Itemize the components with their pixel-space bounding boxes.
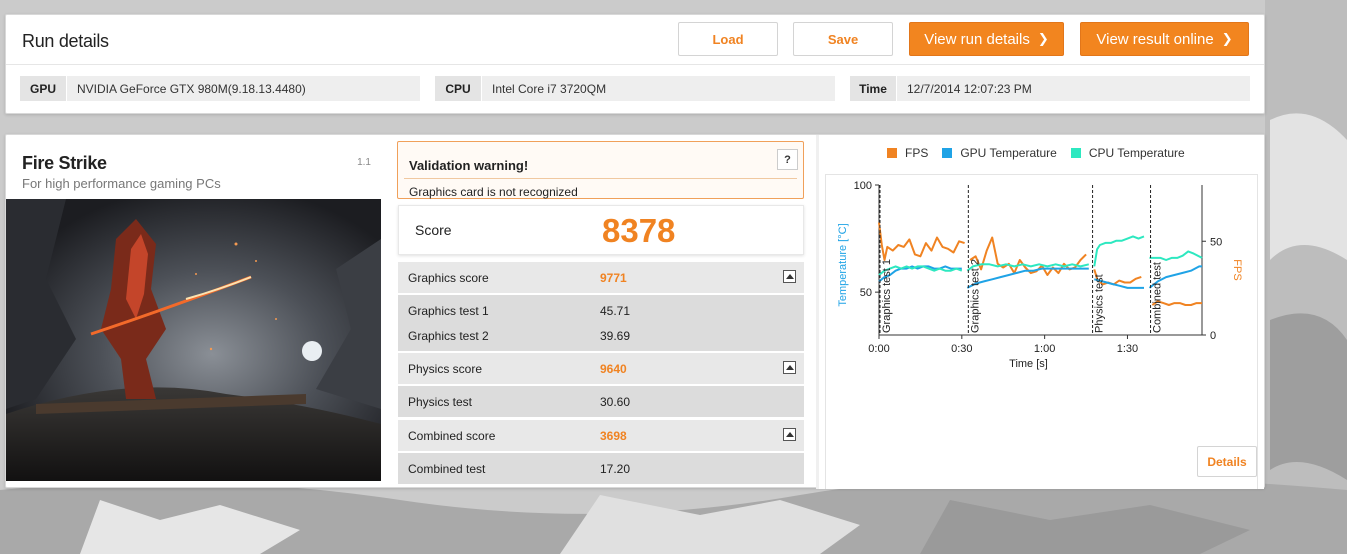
score-column: Validation warning! ? Graphics card is n…: [397, 135, 806, 489]
physics-score-row: Physics score 9640: [398, 353, 804, 384]
test-info: Fire Strike 1.1 For high performance gam…: [6, 135, 383, 489]
physics-test-row: Physics test 30.60: [398, 386, 804, 417]
legend-cpu-temperature[interactable]: CPU Temperature: [1070, 146, 1185, 160]
score-label: Score: [415, 222, 452, 238]
legend-cpu-label: CPU Temperature: [1088, 146, 1185, 160]
y-left-tick-label: 100: [854, 180, 872, 192]
test-name: Fire Strike: [22, 153, 107, 173]
graphics-score-row: Graphics score 9771: [398, 262, 804, 293]
chevron-right-icon: ❯: [1221, 31, 1233, 46]
y-left-tick-label: 50: [860, 287, 872, 299]
graphics-test-1-value: 45.71: [600, 304, 631, 318]
load-button-label: Load: [712, 31, 744, 47]
physics-test-value: 30.60: [600, 395, 631, 409]
time-key: Time: [850, 76, 896, 101]
cpu-info: CPU Intel Core i7 3720QM: [435, 76, 835, 101]
combined-score-row: Combined score 3698: [398, 420, 804, 451]
save-button[interactable]: Save: [793, 22, 893, 56]
y-right-tick-label: 50: [1210, 236, 1222, 248]
run-details-divider: [6, 64, 1264, 65]
graphics-test-2-value: 39.69: [600, 329, 631, 343]
y-left-axis-label: Temperature [°C]: [837, 223, 849, 306]
gpu-key: GPU: [20, 76, 66, 101]
x-axis-label: Time [s]: [1009, 358, 1048, 370]
combined-score-value: 3698: [600, 429, 627, 443]
graphics-score-value: 9771: [600, 271, 627, 285]
save-button-label: Save: [827, 31, 859, 47]
help-button[interactable]: ?: [777, 149, 798, 170]
chevron-right-icon: ❯: [1037, 31, 1049, 46]
chart-legend: FPS GPU Temperature CPU Temperature: [887, 146, 1199, 160]
combined-test-row: Combined test 17.20: [398, 453, 804, 484]
validation-warning-title: Validation warning!: [409, 158, 529, 173]
view-result-online-label: View result online: [1096, 30, 1214, 48]
overall-score: Score 8378: [398, 205, 804, 255]
cpu-temperature-series-line: [1149, 250, 1203, 261]
legend-fps-swatch: [887, 148, 897, 158]
time-value: 12/7/2014 12:07:23 PM: [896, 76, 1250, 101]
view-result-online-button[interactable]: View result online ❯: [1080, 22, 1249, 56]
physics-test-label: Physics test: [408, 395, 473, 409]
gpu-value: NVIDIA GeForce GTX 980M(9.18.13.4480): [66, 76, 420, 101]
load-button[interactable]: Load: [678, 22, 778, 56]
graphics-test-1-label: Graphics test 1: [408, 304, 489, 318]
x-tick-label: 1:30: [1117, 343, 1138, 355]
x-tick-label: 0:00: [868, 343, 889, 355]
validation-warning: Validation warning! ? Graphics card is n…: [397, 141, 804, 199]
time-info: Time 12/7/2014 12:07:23 PM: [850, 76, 1250, 101]
section-label: Physics test: [1094, 274, 1106, 333]
fps-series-line: [878, 222, 965, 261]
legend-gpu-temperature[interactable]: GPU Temperature: [942, 146, 1057, 160]
collapse-toggle-icon[interactable]: [783, 361, 796, 374]
graphics-score-label: Graphics score: [408, 271, 489, 285]
view-run-details-button[interactable]: View run details ❯: [909, 22, 1064, 56]
physics-score-label: Physics score: [408, 362, 483, 376]
cpu-temperature-series-line: [1093, 235, 1145, 267]
combined-test-label: Combined test: [408, 462, 486, 476]
view-run-details-label: View run details: [924, 30, 1030, 48]
details-button[interactable]: Details: [1197, 446, 1257, 477]
y-right-tick-label: 0: [1210, 330, 1216, 342]
combined-score-label: Combined score: [408, 429, 496, 443]
validation-message: Graphics card is not recognized: [409, 185, 578, 199]
result-panel: Fire Strike 1.1 For high performance gam…: [5, 134, 1265, 489]
legend-cpu-swatch: [1070, 148, 1081, 158]
section-label: Graphics test 1: [881, 259, 893, 333]
test-artwork-image: [6, 199, 381, 481]
cpu-value: Intel Core i7 3720QM: [481, 76, 835, 101]
cpu-key: CPU: [435, 76, 481, 101]
legend-gpu-swatch: [942, 148, 953, 158]
physics-score-value: 9640: [600, 362, 627, 376]
validation-divider: [404, 178, 797, 179]
test-subtitle: For high performance gaming PCs: [22, 176, 221, 191]
chart-frame: 100 50 50 0 0:00 0:30 1:00 1:30 Time [s] Temperat…: [825, 174, 1258, 489]
legend-gpu-label: GPU Temperature: [960, 146, 1057, 160]
legend-fps-label: FPS: [905, 146, 929, 160]
test-version: 1.1: [357, 157, 371, 168]
y-right-axis-label: FPS: [1231, 259, 1243, 280]
graphics-test-2-label: Graphics test 2: [408, 329, 489, 343]
monitoring-chart-panel: FPS GPU Temperature CPU Temperature 100 5…: [819, 135, 1264, 489]
collapse-toggle-icon[interactable]: [783, 428, 796, 441]
monitoring-chart: 100 50 50 0 0:00 0:30 1:00 1:30 Time [s] Temperat…: [837, 180, 1243, 370]
graphics-tests-row: Graphics test 1 45.71 Graphics test 2 39…: [398, 295, 804, 351]
run-details-panel: Run details Load Save View run details ❯…: [5, 14, 1265, 114]
gpu-temperature-series-line: [966, 267, 1089, 289]
gpu-info: GPU NVIDIA GeForce GTX 980M(9.18.13.4480…: [20, 76, 420, 101]
section-label: Graphics test 2: [969, 259, 981, 333]
section-label: Combined test: [1152, 262, 1164, 333]
x-tick-label: 1:00: [1034, 343, 1055, 355]
collapse-toggle-icon[interactable]: [783, 270, 796, 283]
combined-test-value: 17.20: [600, 462, 631, 476]
x-tick-label: 0:30: [951, 343, 972, 355]
score-value: 8378: [602, 212, 676, 249]
legend-fps[interactable]: FPS: [887, 146, 928, 160]
run-details-title: Run details: [22, 31, 109, 51]
